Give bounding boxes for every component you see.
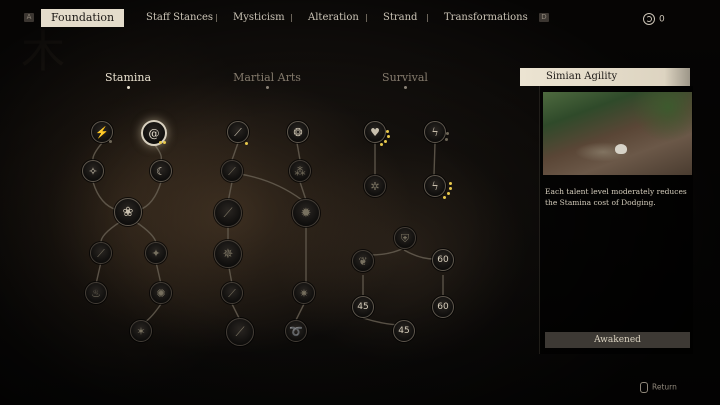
talent-node-stamina-4[interactable]: ☾ xyxy=(150,160,172,182)
mouse-icon xyxy=(640,382,648,393)
sweep-icon: ⟋ xyxy=(228,286,236,300)
talent-node-stamina-6[interactable]: ⟋ xyxy=(90,242,112,264)
talent-level-pip xyxy=(109,140,112,143)
talent-level-pip xyxy=(446,132,449,135)
talent-node-stamina-10[interactable]: ✶ xyxy=(130,320,152,342)
talent-node-martial-1[interactable]: ⟋ xyxy=(227,121,249,143)
talent-description: Each talent level moderately reduces the… xyxy=(545,187,687,207)
talent-level-pip xyxy=(380,143,383,146)
talent-level-pips xyxy=(159,141,169,151)
talent-node-martial-11[interactable]: ➰ xyxy=(285,320,307,342)
talent-level-pip xyxy=(384,140,387,143)
talent-node-locked-60[interactable]: 60 xyxy=(432,296,454,318)
preview-character xyxy=(615,144,627,154)
slash-icon: ⟋ xyxy=(228,164,236,178)
spiral-icon: ❂ xyxy=(293,125,303,139)
staff-strike-icon: ⟋ xyxy=(234,125,242,139)
spin-icon: ✷ xyxy=(299,286,309,300)
talent-cost-label: 60 xyxy=(437,301,449,312)
talent-node-stamina-3[interactable]: ✧ xyxy=(82,160,104,182)
talent-level-pip xyxy=(163,141,166,144)
figure-icon: ✧ xyxy=(88,164,98,178)
talent-level-pip xyxy=(449,182,452,185)
talent-node-survival-3[interactable]: ✲ xyxy=(364,175,386,197)
lightning-icon: ϟ xyxy=(431,125,439,139)
heart-icon: ♥ xyxy=(370,125,380,139)
talent-cost-label: 60 xyxy=(437,254,449,265)
leap-icon: ✦ xyxy=(151,246,161,260)
talent-level-pips xyxy=(440,132,450,142)
talent-level-pip xyxy=(449,187,452,190)
talent-node-martial-9[interactable]: ✷ xyxy=(293,282,315,304)
monkey-icon: ✺ xyxy=(156,286,166,300)
talent-node-survival-5[interactable]: ⛨ xyxy=(394,227,416,249)
talent-preview-image xyxy=(543,92,692,175)
talent-level-pip xyxy=(386,130,389,133)
talent-level-pips xyxy=(109,140,119,150)
talent-node-martial-6[interactable]: ✹ xyxy=(292,199,320,227)
talent-node-martial-10[interactable]: ⟋ xyxy=(226,318,254,346)
talent-cost-label: 45 xyxy=(357,301,369,312)
pole-icon: ⟋ xyxy=(235,324,245,340)
pinwheel-icon: ✵ xyxy=(222,246,234,262)
talent-level-pip xyxy=(443,196,446,199)
talent-cost-label: 45 xyxy=(398,325,410,336)
talent-level-pip xyxy=(387,135,390,138)
talent-node-martial-3[interactable]: ⟋ xyxy=(221,160,243,182)
twirl-icon: ➰ xyxy=(289,324,303,338)
return-label: Return xyxy=(652,382,677,392)
talent-level-pip xyxy=(245,142,248,145)
burst-icon: ✹ xyxy=(300,205,312,221)
talent-level-pip xyxy=(445,138,448,141)
awakened-status-button[interactable]: Awakened xyxy=(545,332,690,348)
flame-icon: ♨ xyxy=(91,286,101,300)
talent-node-stamina-9[interactable]: ✺ xyxy=(150,282,172,304)
talent-node-stamina-8[interactable]: ♨ xyxy=(85,282,107,304)
recovery-icon: ✲ xyxy=(370,179,380,193)
talent-node-martial-8[interactable]: ⟋ xyxy=(221,282,243,304)
talent-level-pips xyxy=(380,130,390,146)
talent-node-stamina-7[interactable]: ✦ xyxy=(145,242,167,264)
talent-level-pips xyxy=(441,182,452,199)
talent-level-pip xyxy=(159,141,162,144)
stamina-bolt-icon: ϟ xyxy=(431,179,439,193)
swirl-icon: @ xyxy=(148,126,160,140)
talent-node-locked-45[interactable]: 45 xyxy=(393,320,415,342)
talent-node-survival-6[interactable]: ❦ xyxy=(352,250,374,272)
whirl-icon: ☾ xyxy=(156,164,166,178)
talent-node-martial-7[interactable]: ✵ xyxy=(214,240,242,268)
combo-icon: ⁂ xyxy=(294,164,306,178)
thrust-icon: ⟋ xyxy=(223,205,233,221)
sprint-icon: ⚡ xyxy=(95,125,109,139)
talent-node-martial-4[interactable]: ⁂ xyxy=(289,160,311,182)
kick-icon: ✶ xyxy=(136,324,146,338)
staff-icon: ⟋ xyxy=(97,246,105,260)
talent-level-pips xyxy=(245,142,255,152)
talent-node-stamina-core[interactable]: ❀ xyxy=(114,198,142,226)
talent-node-martial-5[interactable]: ⟋ xyxy=(214,199,242,227)
knot-icon: ❀ xyxy=(122,204,134,220)
gourd-icon: ❦ xyxy=(358,254,368,268)
talent-title: Simian Agility xyxy=(520,68,690,86)
return-button[interactable]: Return xyxy=(640,382,677,393)
preview-foliage xyxy=(632,92,692,142)
talent-node-martial-2[interactable]: ❂ xyxy=(287,121,309,143)
talent-node-locked-60[interactable]: 60 xyxy=(432,249,454,271)
armor-icon: ⛨ xyxy=(400,231,410,245)
talent-node-locked-45[interactable]: 45 xyxy=(352,296,374,318)
talent-level-pip xyxy=(447,192,450,195)
